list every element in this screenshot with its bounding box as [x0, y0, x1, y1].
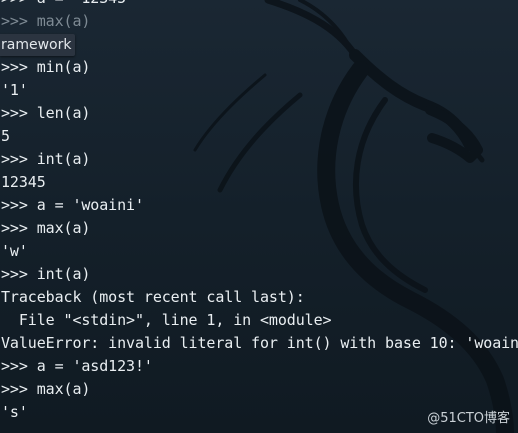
terminal-line: 12345 [1, 173, 46, 191]
terminal-line: >>> int(a) [1, 150, 91, 168]
terminal-line: 5 [1, 127, 10, 145]
terminal-line: 'w' [1, 242, 28, 260]
terminal-line: '5' [0, 33, 518, 56]
terminal-window[interactable]: >>> a = '12345' >>> max(a) '5' >>> min(a… [0, 0, 518, 433]
terminal-line: ValueError: invalid literal for int() wi… [1, 334, 518, 352]
terminal-line: Traceback (most recent call last): [1, 288, 305, 306]
terminal-line: File "<stdin>", line 1, in <module> [1, 311, 332, 329]
watermark: @51CTO博客 [427, 411, 510, 426]
terminal-line: >>> len(a) [1, 104, 91, 122]
tooltip: ramework [0, 34, 76, 56]
terminal-line: >>> max(a) [1, 12, 91, 30]
terminal-output: >>> a = '12345' >>> max(a) '5' >>> min(a… [0, 0, 518, 424]
terminal-line: >>> min(a) [1, 58, 91, 76]
terminal-line: '1' [1, 81, 28, 99]
terminal-line: >>> max(a) [1, 380, 91, 398]
terminal-line: >>> a = 'asd123!' [1, 357, 153, 375]
terminal-line: >>> a = '12345' [0, 0, 518, 10]
terminal-line: >>> a = 'woaini' [1, 196, 144, 214]
terminal-line: >>> int(a) [1, 265, 91, 283]
terminal-line: >>> max(a) [1, 219, 91, 237]
